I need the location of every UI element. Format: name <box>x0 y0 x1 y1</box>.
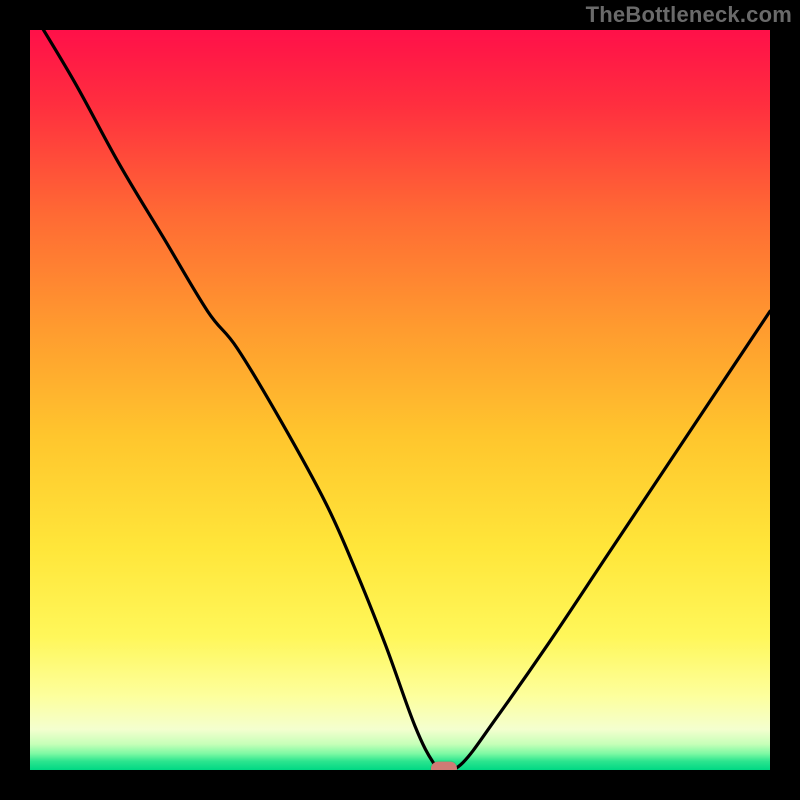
chart-frame: TheBottleneck.com <box>0 0 800 800</box>
optimal-marker <box>431 762 457 770</box>
watermark-text: TheBottleneck.com <box>586 2 792 28</box>
plot-area <box>30 30 770 770</box>
bottleneck-curve <box>30 30 770 770</box>
